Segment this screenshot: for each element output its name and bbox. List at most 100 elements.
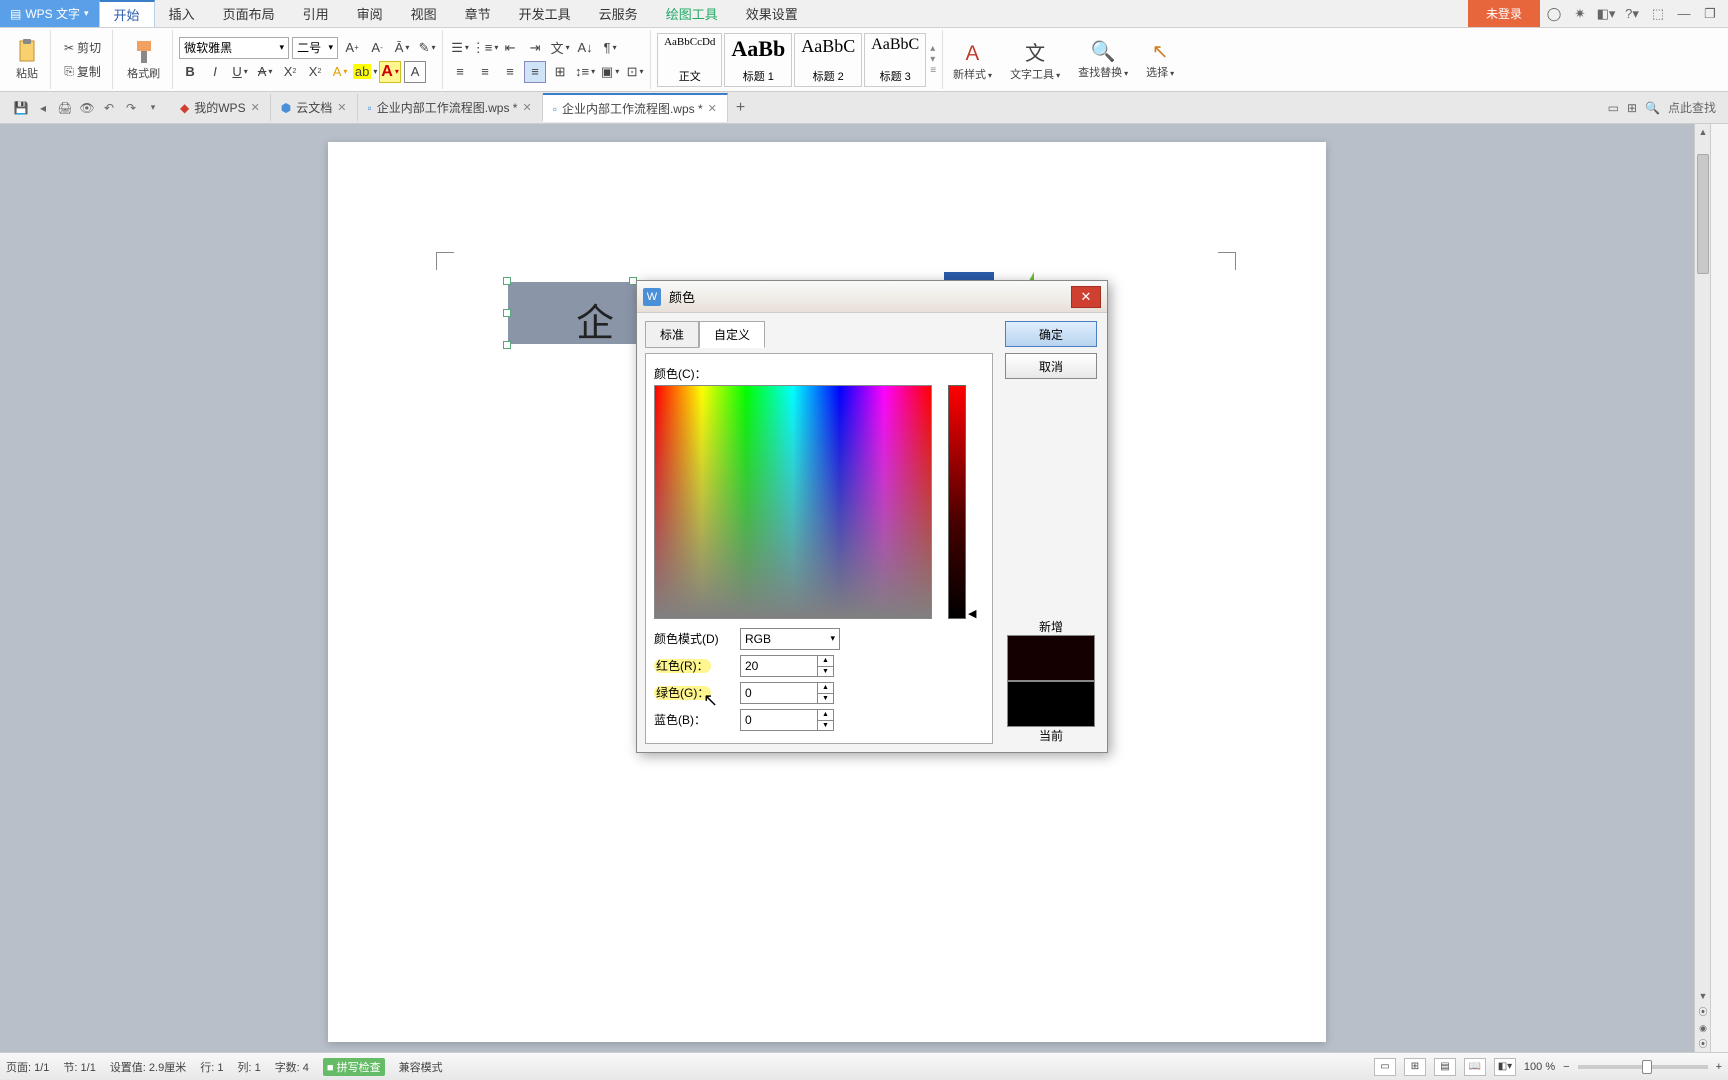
italic-button[interactable]: I	[204, 61, 226, 83]
view-focus-icon[interactable]: ◧▾	[1494, 1058, 1516, 1076]
show-marks-button[interactable]: ¶	[599, 37, 621, 59]
browse-object-icon[interactable]: ◉	[1695, 1020, 1711, 1036]
grow-font-button[interactable]: A+	[341, 37, 363, 59]
dialog-close-button[interactable]: ✕	[1071, 286, 1101, 308]
strike-button[interactable]: A	[254, 61, 276, 83]
borders-button[interactable]: ⊡	[624, 61, 646, 83]
color-mode-select[interactable]: RGB▾	[740, 628, 840, 650]
tab-doc-1[interactable]: ▫企业内部工作流程图.wps *✕	[358, 94, 543, 121]
view-web-icon[interactable]: ⊞	[1404, 1058, 1426, 1076]
select-button[interactable]: ↖选择	[1138, 30, 1182, 89]
sort-button[interactable]: A↓	[574, 37, 596, 59]
superscript-button[interactable]: X2	[279, 61, 301, 83]
style-normal[interactable]: AaBbCcDd正文	[657, 33, 722, 87]
text-effects-button[interactable]: A	[329, 61, 351, 83]
justify-button[interactable]: ≡	[524, 61, 546, 83]
restore-icon[interactable]: ❐	[1698, 3, 1722, 25]
resize-handle-bl[interactable]	[503, 341, 511, 349]
red-input[interactable]	[740, 655, 818, 677]
status-compat[interactable]: 兼容模式	[399, 1059, 443, 1075]
align-center-button[interactable]: ≡	[474, 61, 496, 83]
new-style-button[interactable]: Ａ新样式	[945, 30, 1000, 89]
help-icon[interactable]: ?▾	[1620, 3, 1644, 25]
text-direction-button[interactable]: 文	[549, 37, 571, 59]
qat-print-icon[interactable]: 🖨	[56, 99, 74, 117]
tab-close-1[interactable]: ✕	[337, 101, 346, 114]
skin-icon[interactable]: ◧▾	[1594, 3, 1618, 25]
status-line[interactable]: 行: 1	[200, 1059, 223, 1075]
status-position[interactable]: 设置值: 2.9厘米	[110, 1059, 186, 1075]
qat-save-icon[interactable]: 💾	[12, 99, 30, 117]
highlight-button[interactable]: ab	[354, 61, 376, 83]
bold-button[interactable]: B	[179, 61, 201, 83]
green-spinner[interactable]: ▲▼	[818, 682, 834, 704]
qat-redo-icon[interactable]: ↷	[122, 99, 140, 117]
scroll-up-icon[interactable]: ▲	[1695, 124, 1711, 140]
clear-format-button[interactable]: ✎	[416, 37, 438, 59]
menu-insert[interactable]: 插入	[155, 0, 209, 27]
menu-drawing-tools[interactable]: 绘图工具	[652, 0, 732, 27]
tab-mywps[interactable]: ◆我的WPS✕	[170, 94, 271, 121]
status-col[interactable]: 列: 1	[237, 1059, 260, 1075]
tab-cloud-docs[interactable]: ⬢云文档✕	[271, 94, 358, 121]
style-h1[interactable]: AaBb标题 1	[724, 33, 792, 87]
view-outline-icon[interactable]: ▤	[1434, 1058, 1456, 1076]
qat-preview-icon[interactable]: 👁	[78, 99, 96, 117]
dialog-tab-standard[interactable]: 标准	[645, 321, 699, 348]
tab-close-0[interactable]: ✕	[251, 101, 260, 114]
menu-sections[interactable]: 章节	[451, 0, 505, 27]
green-input[interactable]	[740, 682, 818, 704]
text-tools-button[interactable]: 文文字工具	[1002, 30, 1068, 89]
tab-close-2[interactable]: ✕	[522, 101, 531, 114]
view-icon-2[interactable]: ⊞	[1627, 101, 1637, 115]
qat-undo-icon[interactable]: ↶	[100, 99, 118, 117]
view-icon-1[interactable]: ▭	[1608, 101, 1619, 115]
format-painter-button[interactable]: 格式刷	[119, 32, 168, 87]
red-spinner[interactable]: ▲▼	[818, 655, 834, 677]
luminance-slider[interactable]	[948, 385, 966, 619]
shrink-font-button[interactable]: A-	[366, 37, 388, 59]
dialog-tab-custom[interactable]: 自定义	[699, 321, 765, 348]
status-page[interactable]: 页面: 1/1	[6, 1059, 49, 1075]
zoom-slider[interactable]	[1578, 1065, 1708, 1069]
vertical-scrollbar[interactable]: ▲ ▼ ⦿ ◉ ⦿	[1694, 124, 1710, 1052]
menu-references[interactable]: 引用	[289, 0, 343, 27]
menu-start[interactable]: 开始	[99, 0, 155, 27]
qat-more-icon[interactable]: ▾	[144, 99, 162, 117]
blue-spinner[interactable]: ▲▼	[818, 709, 834, 731]
zoom-in-icon[interactable]: +	[1716, 1061, 1722, 1073]
scrollbar-thumb[interactable]	[1697, 154, 1709, 274]
login-button[interactable]: 未登录	[1468, 0, 1540, 27]
change-case-button[interactable]: Ā	[391, 37, 413, 59]
font-size-select[interactable]: 二号▾	[292, 37, 338, 59]
copy-button[interactable]: ⎘复制	[57, 61, 108, 83]
align-left-button[interactable]: ≡	[449, 61, 471, 83]
next-page-icon[interactable]: ⦿	[1695, 1036, 1711, 1052]
scroll-down-icon[interactable]: ▼	[1695, 988, 1711, 1004]
style-h2[interactable]: AaBbC标题 2	[794, 33, 862, 87]
minimize-icon[interactable]: —	[1672, 3, 1696, 25]
cancel-button[interactable]: 取消	[1005, 353, 1097, 379]
blue-input[interactable]	[740, 709, 818, 731]
subscript-button[interactable]: X2	[304, 61, 326, 83]
dialog-titlebar[interactable]: W 颜色 ✕	[637, 281, 1107, 313]
status-spellcheck[interactable]: ■ 拼写检查	[323, 1058, 385, 1076]
status-chars[interactable]: 字数: 4	[275, 1059, 309, 1075]
settings-icon[interactable]: ✷	[1568, 3, 1592, 25]
menu-devtools[interactable]: 开发工具	[505, 0, 585, 27]
line-spacing-button[interactable]: ↕≡	[574, 61, 596, 83]
status-section[interactable]: 节: 1/1	[63, 1059, 95, 1075]
ok-button[interactable]: 确定	[1005, 321, 1097, 347]
resize-handle-ml[interactable]	[503, 309, 511, 317]
luminance-arrow-icon[interactable]: ◀	[968, 607, 976, 620]
underline-button[interactable]: U	[229, 61, 251, 83]
cut-button[interactable]: ✂剪切	[57, 37, 108, 59]
resize-handle-tl[interactable]	[503, 277, 511, 285]
menu-review[interactable]: 审阅	[343, 0, 397, 27]
bullets-button[interactable]: ☰	[449, 37, 471, 59]
tab-doc-2[interactable]: ▫企业内部工作流程图.wps *✕	[543, 93, 728, 122]
font-name-select[interactable]: 微软雅黑▾	[179, 37, 289, 59]
menu-page-layout[interactable]: 页面布局	[209, 0, 289, 27]
app-dropdown-icon[interactable]: ▾	[84, 8, 89, 19]
zoom-out-icon[interactable]: −	[1563, 1061, 1569, 1073]
